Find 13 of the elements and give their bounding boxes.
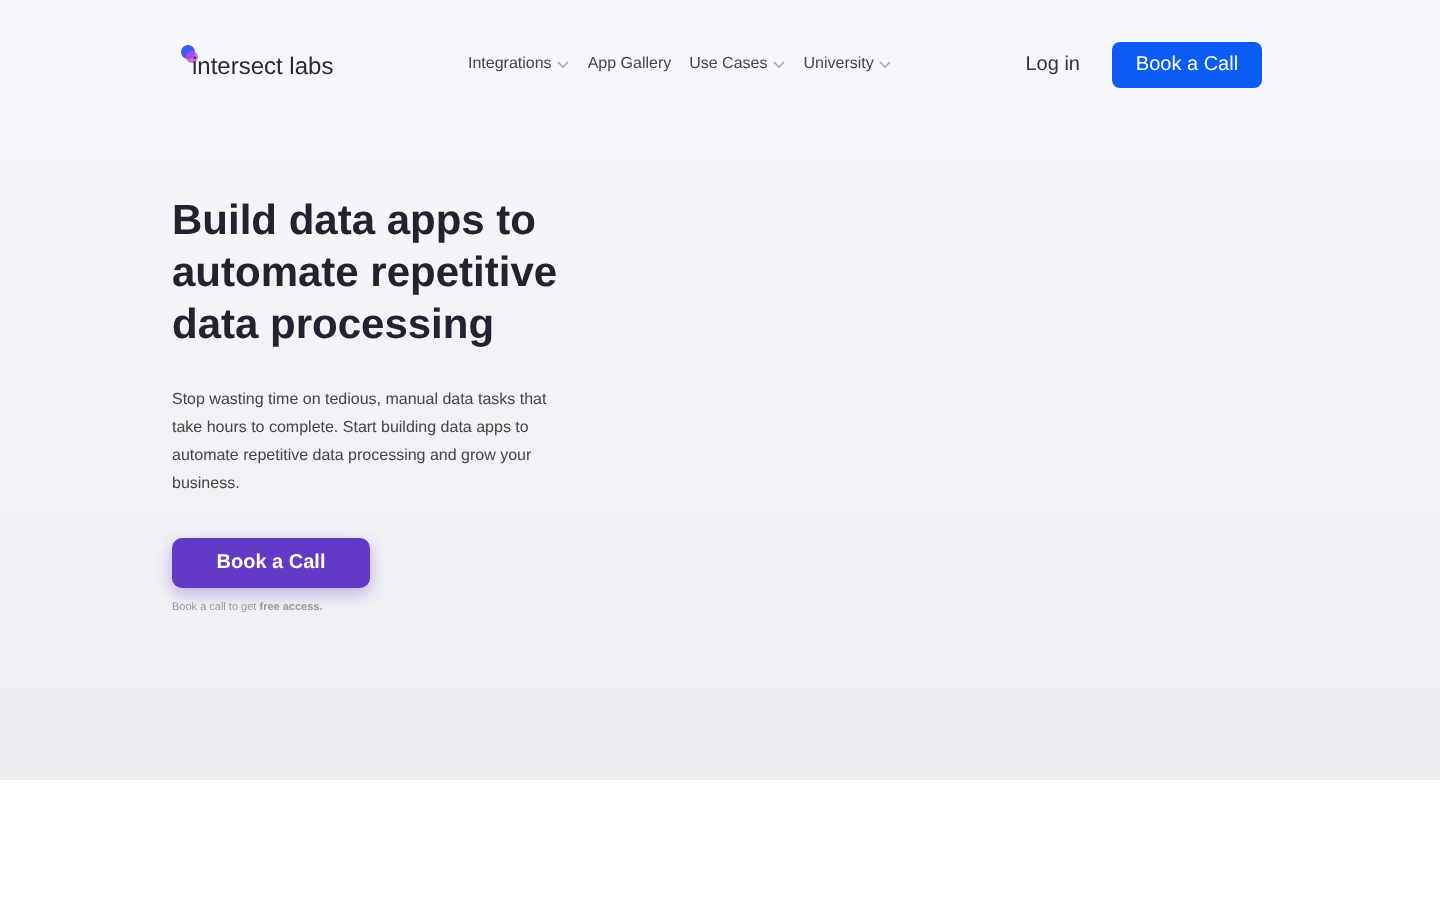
logo-text[interactable]: intersect labs: [192, 48, 334, 84]
hero-title: Build data apps to automate repetitive data processing: [172, 196, 560, 352]
login-link[interactable]: Log in: [1025, 49, 1080, 79]
nav-link[interactable]: University: [803, 52, 892, 76]
chevron-icon: [877, 59, 892, 69]
nav-link[interactable]: Integrations: [468, 52, 570, 76]
nav-link[interactable]: App Gallery: [587, 52, 672, 76]
book-call-button[interactable]: Book a Call: [1112, 41, 1262, 87]
chevron-icon: [771, 59, 786, 69]
chevron-icon: [555, 59, 570, 69]
book-call-button[interactable]: Book a Call: [172, 538, 370, 588]
hero-description: Stop wasting time on tedious, manual data tasks that take hours to complete. Start building data apps to automate repetitive data processing and grow your business.: [172, 388, 549, 496]
nav-link[interactable]: Use Cases: [689, 52, 786, 76]
